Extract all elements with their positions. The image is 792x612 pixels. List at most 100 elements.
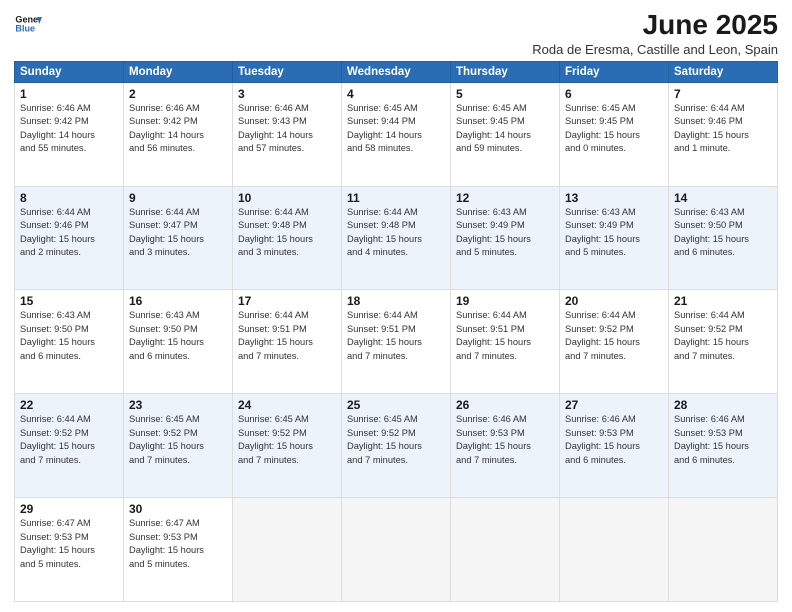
day-number: 27 [565,398,663,412]
col-header-monday: Monday [124,61,233,82]
day-info: Sunrise: 6:43 AM Sunset: 9:49 PM Dayligh… [456,206,554,260]
day-cell: 24Sunrise: 6:45 AM Sunset: 9:52 PM Dayli… [233,394,342,498]
day-cell: 20Sunrise: 6:44 AM Sunset: 9:52 PM Dayli… [560,290,669,394]
col-header-tuesday: Tuesday [233,61,342,82]
day-info: Sunrise: 6:43 AM Sunset: 9:50 PM Dayligh… [20,309,118,363]
day-info: Sunrise: 6:46 AM Sunset: 9:42 PM Dayligh… [20,102,118,156]
day-info: Sunrise: 6:44 AM Sunset: 9:51 PM Dayligh… [456,309,554,363]
day-cell: 2Sunrise: 6:46 AM Sunset: 9:42 PM Daylig… [124,82,233,186]
day-info: Sunrise: 6:43 AM Sunset: 9:49 PM Dayligh… [565,206,663,260]
week-row-5: 29 Sunrise: 6:47 AM Sunset: 9:53 PM Dayli… [15,498,778,602]
page: General Blue June 2025 Roda de Eresma, C… [0,0,792,612]
day-number: 21 [674,294,772,308]
day-info: Sunrise: 6:44 AM Sunset: 9:46 PM Dayligh… [20,206,118,260]
day-cell: 18Sunrise: 6:44 AM Sunset: 9:51 PM Dayli… [342,290,451,394]
day-info: Sunrise: 6:43 AM Sunset: 9:50 PM Dayligh… [674,206,772,260]
subtitle: Roda de Eresma, Castille and Leon, Spain [532,42,778,57]
day-number: 26 [456,398,554,412]
day-info: Sunrise: 6:46 AM Sunset: 9:42 PM Dayligh… [129,102,227,156]
day-info: Sunrise: 6:45 AM Sunset: 9:52 PM Dayligh… [238,413,336,467]
day-info: Sunrise: 6:44 AM Sunset: 9:48 PM Dayligh… [347,206,445,260]
calendar-table: SundayMondayTuesdayWednesdayThursdayFrid… [14,61,778,602]
day-cell: 12Sunrise: 6:43 AM Sunset: 9:49 PM Dayli… [451,186,560,290]
col-header-wednesday: Wednesday [342,61,451,82]
day-cell [342,498,451,602]
day-cell: 5Sunrise: 6:45 AM Sunset: 9:45 PM Daylig… [451,82,560,186]
week-row-3: 15Sunrise: 6:43 AM Sunset: 9:50 PM Dayli… [15,290,778,394]
day-info: Sunrise: 6:44 AM Sunset: 9:51 PM Dayligh… [347,309,445,363]
day-number: 14 [674,191,772,205]
day-number: 22 [20,398,118,412]
day-cell: 22Sunrise: 6:44 AM Sunset: 9:52 PM Dayli… [15,394,124,498]
day-number: 24 [238,398,336,412]
day-info: Sunrise: 6:47 AM Sunset: 9:53 PM Dayligh… [129,517,227,571]
calendar-header-row: SundayMondayTuesdayWednesdayThursdayFrid… [15,61,778,82]
day-number: 6 [565,87,663,101]
day-cell: 8Sunrise: 6:44 AM Sunset: 9:46 PM Daylig… [15,186,124,290]
day-cell: 26Sunrise: 6:46 AM Sunset: 9:53 PM Dayli… [451,394,560,498]
day-cell: 17Sunrise: 6:44 AM Sunset: 9:51 PM Dayli… [233,290,342,394]
week-row-2: 8Sunrise: 6:44 AM Sunset: 9:46 PM Daylig… [15,186,778,290]
week-row-4: 22Sunrise: 6:44 AM Sunset: 9:52 PM Dayli… [15,394,778,498]
day-cell: 7Sunrise: 6:44 AM Sunset: 9:46 PM Daylig… [669,82,778,186]
day-number: 18 [347,294,445,308]
day-cell: 29Sunrise: 6:47 AM Sunset: 9:53 PM Dayli… [15,498,124,602]
calendar-body: 1Sunrise: 6:46 AM Sunset: 9:42 PM Daylig… [15,82,778,601]
day-number: 23 [129,398,227,412]
day-number: 7 [674,87,772,101]
logo-icon: General Blue [14,10,42,38]
day-info: Sunrise: 6:43 AM Sunset: 9:50 PM Dayligh… [129,309,227,363]
day-cell: 19Sunrise: 6:44 AM Sunset: 9:51 PM Dayli… [451,290,560,394]
day-number: 25 [347,398,445,412]
main-title: June 2025 [532,10,778,41]
day-info: Sunrise: 6:46 AM Sunset: 9:43 PM Dayligh… [238,102,336,156]
logo: General Blue [14,10,42,38]
day-cell: 16Sunrise: 6:43 AM Sunset: 9:50 PM Dayli… [124,290,233,394]
day-number: 28 [674,398,772,412]
day-info: Sunrise: 6:46 AM Sunset: 9:53 PM Dayligh… [456,413,554,467]
day-number: 29 [20,502,118,516]
day-number: 3 [238,87,336,101]
day-info: Sunrise: 6:45 AM Sunset: 9:45 PM Dayligh… [565,102,663,156]
day-cell: 27Sunrise: 6:46 AM Sunset: 9:53 PM Dayli… [560,394,669,498]
day-info: Sunrise: 6:46 AM Sunset: 9:53 PM Dayligh… [674,413,772,467]
day-number: 1 [20,87,118,101]
day-cell: 1Sunrise: 6:46 AM Sunset: 9:42 PM Daylig… [15,82,124,186]
day-number: 30 [129,502,227,516]
col-header-thursday: Thursday [451,61,560,82]
week-row-1: 1Sunrise: 6:46 AM Sunset: 9:42 PM Daylig… [15,82,778,186]
col-header-friday: Friday [560,61,669,82]
day-cell: 10Sunrise: 6:44 AM Sunset: 9:48 PM Dayli… [233,186,342,290]
day-info: Sunrise: 6:44 AM Sunset: 9:52 PM Dayligh… [20,413,118,467]
day-info: Sunrise: 6:45 AM Sunset: 9:45 PM Dayligh… [456,102,554,156]
svg-text:Blue: Blue [15,24,35,34]
day-info: Sunrise: 6:44 AM Sunset: 9:48 PM Dayligh… [238,206,336,260]
day-cell [451,498,560,602]
day-number: 16 [129,294,227,308]
day-number: 10 [238,191,336,205]
day-info: Sunrise: 6:44 AM Sunset: 9:46 PM Dayligh… [674,102,772,156]
day-cell: 9Sunrise: 6:44 AM Sunset: 9:47 PM Daylig… [124,186,233,290]
day-cell: 13Sunrise: 6:43 AM Sunset: 9:49 PM Dayli… [560,186,669,290]
day-info: Sunrise: 6:45 AM Sunset: 9:52 PM Dayligh… [129,413,227,467]
day-cell: 21Sunrise: 6:44 AM Sunset: 9:52 PM Dayli… [669,290,778,394]
day-cell [669,498,778,602]
day-number: 11 [347,191,445,205]
day-cell: 11Sunrise: 6:44 AM Sunset: 9:48 PM Dayli… [342,186,451,290]
day-cell: 6Sunrise: 6:45 AM Sunset: 9:45 PM Daylig… [560,82,669,186]
day-number: 9 [129,191,227,205]
day-cell: 28Sunrise: 6:46 AM Sunset: 9:53 PM Dayli… [669,394,778,498]
day-info: Sunrise: 6:45 AM Sunset: 9:52 PM Dayligh… [347,413,445,467]
day-info: Sunrise: 6:44 AM Sunset: 9:52 PM Dayligh… [565,309,663,363]
day-number: 20 [565,294,663,308]
day-number: 2 [129,87,227,101]
day-cell: 25Sunrise: 6:45 AM Sunset: 9:52 PM Dayli… [342,394,451,498]
day-cell [233,498,342,602]
day-number: 13 [565,191,663,205]
day-number: 8 [20,191,118,205]
day-info: Sunrise: 6:46 AM Sunset: 9:53 PM Dayligh… [565,413,663,467]
day-cell: 15Sunrise: 6:43 AM Sunset: 9:50 PM Dayli… [15,290,124,394]
header: General Blue June 2025 Roda de Eresma, C… [14,10,778,57]
title-block: June 2025 Roda de Eresma, Castille and L… [532,10,778,57]
day-cell: 30Sunrise: 6:47 AM Sunset: 9:53 PM Dayli… [124,498,233,602]
